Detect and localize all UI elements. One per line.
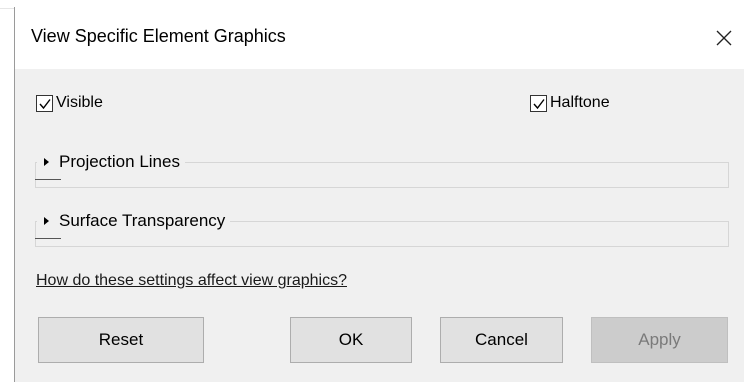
projection-lines-title: Projection Lines bbox=[59, 152, 180, 171]
apply-button[interactable]: Apply bbox=[591, 317, 728, 363]
cancel-button[interactable]: Cancel bbox=[440, 317, 563, 363]
screen: View Specific Element Graphics Visible H… bbox=[0, 0, 744, 382]
reset-button[interactable]: Reset bbox=[38, 317, 204, 363]
visible-label: Visible bbox=[56, 94, 103, 111]
close-icon bbox=[716, 30, 732, 46]
visible-checkbox[interactable]: Visible bbox=[36, 94, 103, 112]
surface-transparency-group: Surface Transparency bbox=[35, 209, 729, 247]
halftone-checkbox[interactable]: Halftone bbox=[530, 94, 610, 112]
view-specific-element-graphics-dialog: View Specific Element Graphics Visible H… bbox=[14, 7, 744, 382]
halftone-label: Halftone bbox=[550, 94, 610, 111]
halftone-checkbox-box[interactable] bbox=[530, 94, 547, 112]
group-underline bbox=[35, 238, 61, 239]
checkmark-icon bbox=[39, 98, 51, 109]
help-link[interactable]: How do these settings affect view graphi… bbox=[36, 272, 347, 290]
close-button[interactable] bbox=[709, 23, 739, 53]
triangle-right-icon[interactable] bbox=[37, 150, 55, 174]
ok-button[interactable]: OK bbox=[290, 317, 412, 363]
checkmark-icon bbox=[533, 98, 545, 109]
surface-transparency-expander[interactable]: Surface Transparency bbox=[37, 209, 231, 233]
title-bar: View Specific Element Graphics bbox=[15, 7, 744, 69]
projection-lines-group: Projection Lines bbox=[35, 150, 729, 188]
surface-transparency-title: Surface Transparency bbox=[59, 211, 226, 230]
dialog-title: View Specific Element Graphics bbox=[31, 26, 286, 46]
visible-checkbox-box[interactable] bbox=[36, 94, 53, 112]
projection-lines-expander[interactable]: Projection Lines bbox=[37, 150, 185, 174]
triangle-right-icon[interactable] bbox=[37, 209, 55, 233]
group-underline bbox=[35, 179, 61, 180]
